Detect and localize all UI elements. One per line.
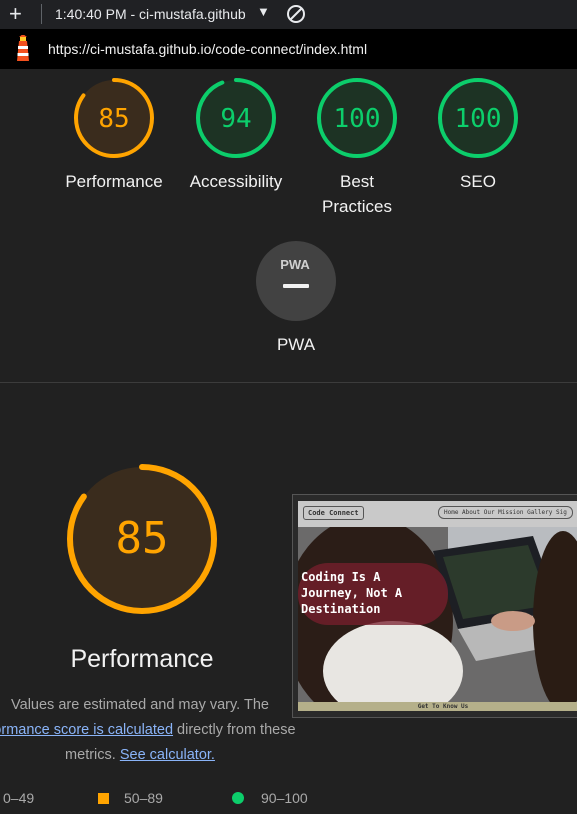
score-calculated-link[interactable]: rformance score is calculated: [0, 722, 173, 738]
gauge-score: 100: [334, 104, 381, 134]
thumb-menu: Home About Our Mission Gallery Sig: [438, 506, 573, 519]
square-icon: [98, 793, 109, 804]
gauge-score: 85: [98, 104, 129, 134]
legend-fail-range: 0–49: [3, 790, 35, 806]
gauge-label: Performance: [65, 172, 163, 191]
legend-pass-range: 90–100: [261, 790, 308, 806]
dash-icon: [283, 284, 309, 288]
page-url[interactable]: https://ci-mustafa.github.io/code-connec…: [48, 41, 367, 57]
section-divider: [0, 382, 577, 383]
gauge-seo[interactable]: 100 SEO: [428, 77, 528, 194]
gauge-ring: 100: [317, 78, 397, 158]
gauge-ring: 100: [438, 78, 518, 158]
desc-text-3: metrics.: [65, 747, 120, 763]
block-icon[interactable]: [286, 4, 306, 27]
pwa-badge-text: PWA: [280, 257, 310, 272]
lighthouse-icon: [11, 34, 35, 68]
large-gauge-score: 85: [116, 513, 169, 564]
gauge-label: Accessibility: [189, 172, 283, 191]
new-tab-button[interactable]: +: [9, 1, 22, 27]
legend-average-range: 50–89: [124, 790, 163, 806]
gauge-accessibility[interactable]: 94 Accessibility: [186, 77, 286, 194]
browser-toolbar: + 1:40:40 PM - ci-mustafa.github ▼: [0, 0, 577, 29]
legend-fail: 0–49: [3, 790, 34, 806]
thumb-hero-text: Coding Is A Journey, Not A Destination: [301, 570, 403, 616]
gauge-ring: 94: [196, 78, 276, 158]
gauge-label: Best Practices: [322, 172, 392, 216]
thumb-footer: Get To Know Us: [298, 702, 577, 711]
report-title[interactable]: 1:40:40 PM - ci-mustafa.github: [55, 6, 255, 22]
page-screenshot-thumbnail[interactable]: Code Connect Home About Our Mission Gall…: [292, 494, 577, 718]
large-gauge-ring: 85: [67, 464, 217, 614]
chevron-down-icon[interactable]: ▼: [257, 4, 270, 19]
performance-gauge-large: 85: [66, 463, 218, 620]
desc-text-2: directly from these: [173, 722, 296, 738]
thumb-brand: Code Connect: [303, 506, 364, 520]
gauge-label: SEO: [460, 172, 496, 191]
gauge-best-practices[interactable]: 100 Best Practices: [307, 77, 407, 219]
legend-pass: 90–100: [232, 790, 308, 806]
legend-average: 50–89: [98, 790, 163, 806]
toolbar-separator: [41, 4, 42, 24]
desc-text-1: Values are estimated and may vary. The: [11, 697, 269, 713]
gauge-score: 94: [220, 104, 251, 134]
gauge-label: PWA: [276, 335, 316, 354]
pwa-badge: PWA: [256, 241, 336, 321]
gauge-ring: 85: [74, 78, 154, 158]
gauge-performance[interactable]: 85 Performance: [64, 77, 164, 194]
screenshot-page: Code Connect Home About Our Mission Gall…: [298, 501, 577, 711]
circle-icon: [232, 792, 244, 804]
gauge-pwa[interactable]: PWA PWA: [246, 240, 346, 357]
performance-title: Performance: [70, 645, 214, 673]
performance-description: Values are estimated and may vary. The r…: [0, 693, 300, 768]
url-bar: https://ci-mustafa.github.io/code-connec…: [0, 29, 577, 69]
gauge-score: 100: [455, 104, 502, 134]
see-calculator-link[interactable]: See calculator.: [120, 747, 215, 763]
